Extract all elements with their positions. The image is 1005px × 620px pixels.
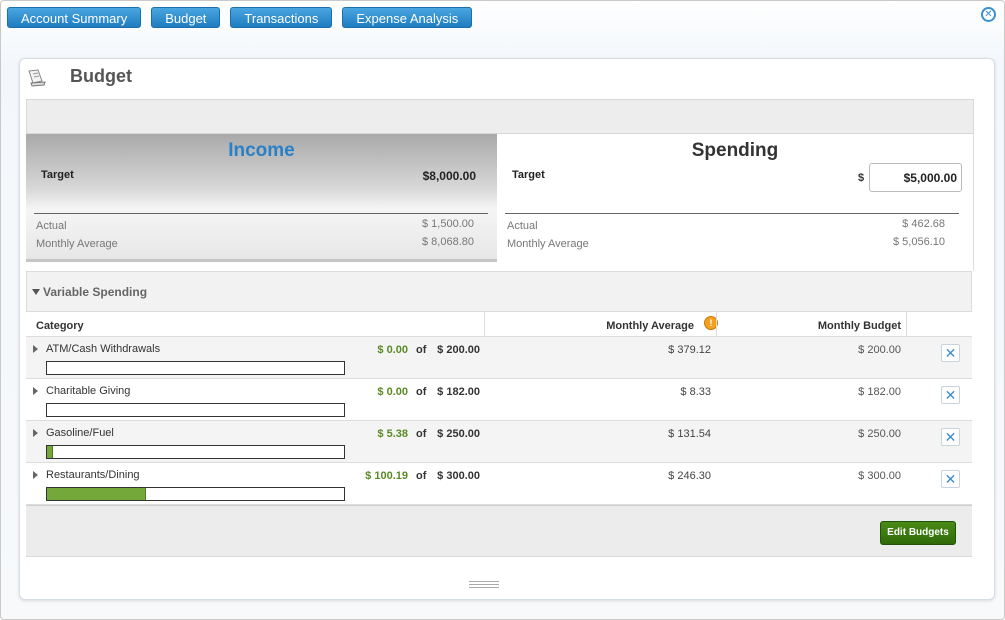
spending-actual-label: Actual <box>507 220 538 232</box>
income-actual-value: $ 1,500.00 <box>422 218 474 230</box>
row-of: of <box>416 386 427 398</box>
budget-icon <box>28 69 46 87</box>
income-average-label: Monthly Average <box>36 238 118 250</box>
income-target-label: Target <box>41 169 74 181</box>
expand-triangle-icon[interactable] <box>33 387 38 395</box>
income-average-value: $ 8,068.80 <box>422 236 474 248</box>
expand-triangle-icon[interactable] <box>33 429 38 437</box>
row-category[interactable]: ATM/Cash Withdrawals <box>46 343 160 355</box>
progress-bar <box>46 403 345 417</box>
tab-budget[interactable]: Budget <box>151 7 221 28</box>
row-monthly-average: $ 379.12 <box>668 344 711 356</box>
row-spent: $ 0.00 <box>377 344 408 356</box>
row-monthly-budget: $ 182.00 <box>858 386 901 398</box>
x-icon: ✕ <box>944 471 957 487</box>
table-row: ATM/Cash Withdrawals $ 0.00 of $ 200.00 … <box>26 337 972 379</box>
budget-table-header: Category Monthly Average ! Monthly Budge… <box>26 312 972 337</box>
variable-spending-title: Variable Spending <box>43 285 148 299</box>
row-spent: $ 5.38 <box>377 428 408 440</box>
spending-divider <box>505 213 959 214</box>
progress-bar <box>46 361 345 375</box>
row-monthly-average: $ 246.30 <box>668 470 711 482</box>
row-limit: $ 200.00 <box>437 344 480 356</box>
header-category[interactable]: Category <box>36 320 84 332</box>
row-category[interactable]: Charitable Giving <box>46 385 130 397</box>
progress-fill <box>47 488 147 500</box>
row-spent: $ 100.19 <box>365 470 408 482</box>
row-limit: $ 300.00 <box>437 470 480 482</box>
row-limit: $ 182.00 <box>437 386 480 398</box>
spending-target-input[interactable] <box>869 163 962 192</box>
row-monthly-budget: $ 200.00 <box>858 344 901 356</box>
delete-button[interactable]: ✕ <box>941 428 960 446</box>
spending-average-label: Monthly Average <box>507 238 589 250</box>
row-spent: $ 0.00 <box>377 386 408 398</box>
table-footer: Edit Budgets <box>26 505 972 557</box>
row-of: of <box>416 428 427 440</box>
page-title: Budget <box>70 66 132 86</box>
x-icon: ✕ <box>944 387 957 403</box>
row-monthly-budget: $ 250.00 <box>858 428 901 440</box>
row-limit: $ 250.00 <box>437 428 480 440</box>
header-separator <box>906 312 907 337</box>
income-section: Income Target $8,000.00 Actual $ 1,500.0… <box>26 134 497 262</box>
resize-grip-icon[interactable] <box>469 581 499 588</box>
variable-spending-toggle[interactable]: Variable Spending <box>26 271 972 312</box>
delete-button[interactable]: ✕ <box>941 470 960 488</box>
budget-window: Account Summary Budget Transactions Expe… <box>0 0 1005 620</box>
spending-currency: $ <box>858 172 865 184</box>
header-separator <box>716 312 717 337</box>
expand-triangle-icon[interactable] <box>33 471 38 479</box>
edit-budgets-button[interactable]: Edit Budgets <box>880 521 956 545</box>
income-target-value: $8,000.00 <box>422 169 476 183</box>
row-of: of <box>416 344 427 356</box>
close-icon[interactable]: ✕ <box>981 7 996 22</box>
income-actual-label: Actual <box>36 220 67 232</box>
income-title: Income <box>228 140 295 161</box>
row-monthly-average: $ 8.33 <box>680 386 711 398</box>
row-category[interactable]: Gasoline/Fuel <box>46 427 114 439</box>
collapse-triangle-icon <box>32 289 40 295</box>
delete-button[interactable]: ✕ <box>941 386 960 404</box>
table-row: Restaurants/Dining $ 100.19 of $ 300.00 … <box>26 463 972 505</box>
tab-transactions[interactable]: Transactions <box>230 7 333 28</box>
table-row: Gasoline/Fuel $ 5.38 of $ 250.00 $ 131.5… <box>26 421 972 463</box>
row-of: of <box>416 470 427 482</box>
progress-fill <box>47 446 54 458</box>
spending-actual-value: $ 462.68 <box>902 218 945 230</box>
progress-bar <box>46 445 345 459</box>
spending-section: Spending Target $ Actual $ 462.68 Monthl… <box>497 134 974 271</box>
spending-target-label: Target <box>512 169 545 181</box>
row-monthly-budget: $ 300.00 <box>858 470 901 482</box>
delete-button[interactable]: ✕ <box>941 344 960 362</box>
budget-panel: Budget Income Target $8,000.00 Actual $ … <box>19 58 995 600</box>
expand-triangle-icon[interactable] <box>33 345 38 353</box>
row-monthly-average: $ 131.54 <box>668 428 711 440</box>
row-category[interactable]: Restaurants/Dining <box>46 469 140 481</box>
progress-bar <box>46 487 345 501</box>
tab-expense-analysis[interactable]: Expense Analysis <box>342 7 473 28</box>
top-nav: Account Summary Budget Transactions Expe… <box>7 7 482 28</box>
toolbar-strip <box>26 99 974 134</box>
header-monthly-average[interactable]: Monthly Average <box>566 320 694 332</box>
income-divider <box>34 213 488 214</box>
header-monthly-budget[interactable]: Monthly Budget <box>776 320 901 332</box>
table-row: Charitable Giving $ 0.00 of $ 182.00 $ 8… <box>26 379 972 421</box>
x-icon: ✕ <box>944 345 957 361</box>
x-icon: ✕ <box>944 429 957 445</box>
tab-account-summary[interactable]: Account Summary <box>7 7 142 28</box>
spending-title: Spending <box>691 140 779 161</box>
spending-average-value: $ 5,056.10 <box>893 236 945 248</box>
header-separator <box>484 312 485 337</box>
